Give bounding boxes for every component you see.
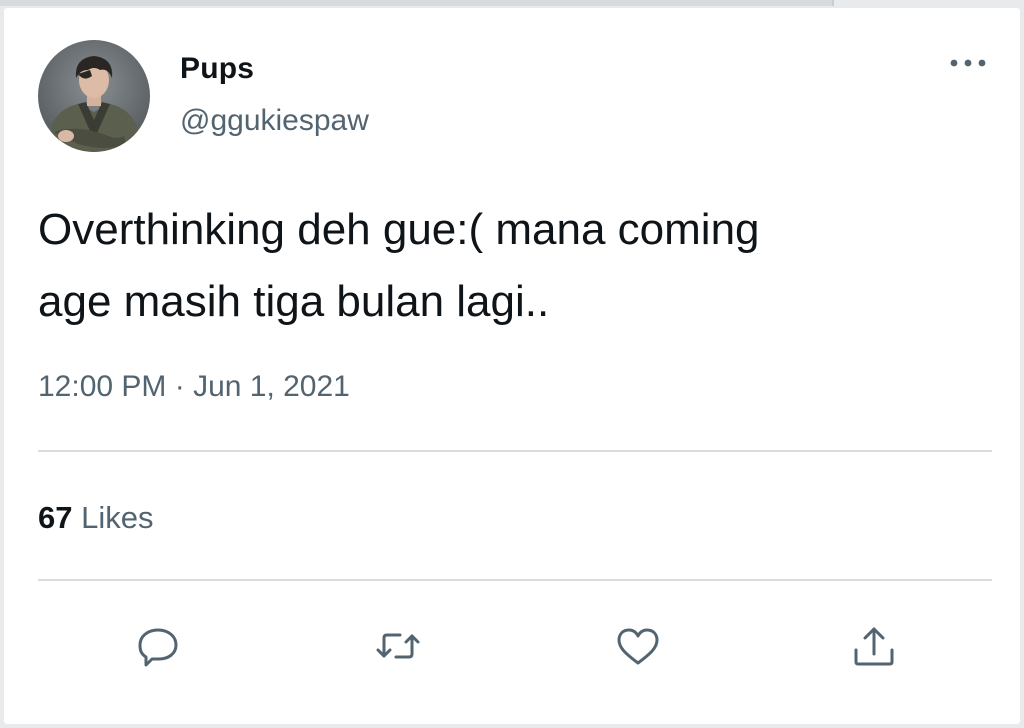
share-upload-icon: [854, 627, 894, 666]
user-handle[interactable]: @ggukiespaw: [180, 104, 369, 138]
tweet-text-line: age masih tiga bulan lagi..: [38, 277, 550, 326]
retweet-button[interactable]: [370, 618, 426, 674]
reply-button[interactable]: [130, 618, 186, 674]
more-horizontal-icon[interactable]: [946, 54, 990, 72]
avatar-photo: [38, 40, 150, 152]
divider: [38, 579, 992, 581]
divider: [38, 450, 992, 452]
previous-card-edge: [0, 0, 834, 6]
display-name[interactable]: Pups: [180, 52, 254, 86]
tweet-card: Pups @ggukiespaw Overthinking deh gue:( …: [4, 8, 1020, 724]
tweet-timestamp[interactable]: 12:00 PM · Jun 1, 2021: [38, 370, 350, 404]
likes-count: 67: [38, 500, 73, 535]
retweet-icon: [376, 633, 420, 659]
likes-summary[interactable]: 67 Likes: [38, 500, 153, 536]
like-button[interactable]: [610, 618, 666, 674]
share-button[interactable]: [846, 618, 902, 674]
likes-label: Likes: [81, 500, 154, 535]
reply-bubble-icon: [138, 628, 178, 667]
tweet-text: Overthinking deh gue:( mana coming age m…: [38, 194, 938, 338]
tweet-text-line: Overthinking deh gue:( mana coming: [38, 205, 760, 254]
heart-icon: [617, 628, 659, 665]
avatar[interactable]: [38, 40, 150, 152]
